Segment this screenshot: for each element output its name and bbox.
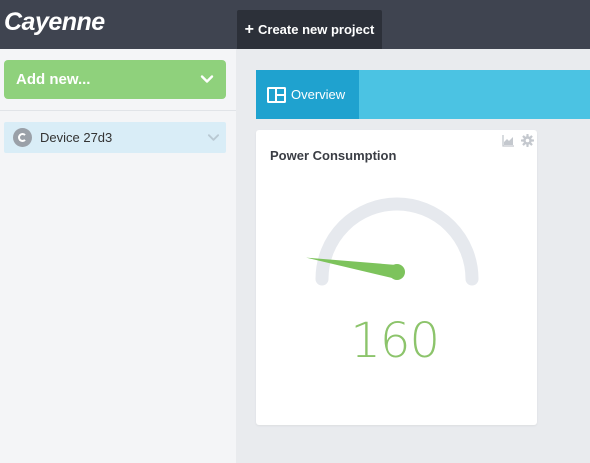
chevron-down-icon xyxy=(200,75,214,83)
widget-tools xyxy=(502,134,534,147)
create-project-label: Create new project xyxy=(258,22,375,37)
tab-overview-label: Overview xyxy=(291,87,346,102)
add-new-label: Add new... xyxy=(16,71,91,88)
top-bar: Cayenne + Create new project xyxy=(0,0,590,49)
chevron-down-icon[interactable] xyxy=(207,131,220,144)
cayenne-device-icon xyxy=(13,128,32,147)
tab-bar: Overview xyxy=(256,70,590,119)
add-new-button[interactable]: Add new... xyxy=(4,60,226,99)
widget-title: Power Consumption xyxy=(270,148,397,163)
gauge-hub xyxy=(389,264,405,280)
plus-icon: + xyxy=(244,20,254,38)
widget-value: 160 xyxy=(350,313,440,369)
tab-overview[interactable]: Overview xyxy=(256,70,359,119)
sidebar: Add new... Device 27d3 xyxy=(0,49,236,463)
device-label: Device 27d3 xyxy=(40,130,113,145)
sidebar-item-device[interactable]: Device 27d3 xyxy=(4,122,226,153)
gauge xyxy=(306,197,479,286)
dashboard-icon xyxy=(267,86,286,103)
app-logo[interactable]: Cayenne xyxy=(4,8,105,37)
power-consumption-widget: Power Consumption 160 xyxy=(256,130,537,425)
create-project-button[interactable]: + Create new project xyxy=(237,10,382,49)
gear-icon[interactable] xyxy=(521,134,534,147)
sidebar-divider xyxy=(0,110,236,111)
area-chart-icon[interactable] xyxy=(502,134,515,147)
